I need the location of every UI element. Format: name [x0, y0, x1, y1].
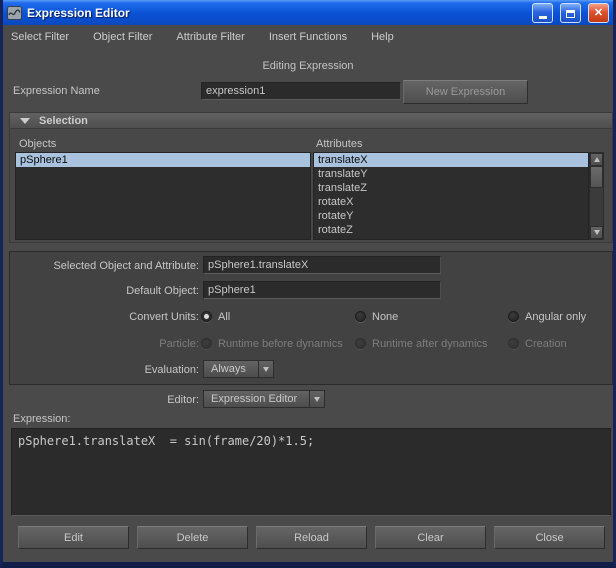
- convert-units-angular-only-radio[interactable]: Angular only: [508, 310, 586, 323]
- evaluation-dropdown-value: Always: [203, 360, 258, 378]
- radio-icon: [355, 311, 366, 322]
- dropdown-arrow-button[interactable]: [257, 360, 274, 378]
- radio-label: Angular only: [525, 310, 587, 323]
- attributes-list-item[interactable]: translateY: [314, 167, 588, 181]
- radio-icon: [201, 338, 212, 349]
- radio-label: All: [218, 310, 231, 323]
- menu-select-filter[interactable]: Select Filter: [11, 31, 69, 43]
- scroll-up-button[interactable]: [590, 153, 603, 166]
- expression-name-input[interactable]: [201, 82, 401, 100]
- particle-label: Particle:: [159, 338, 199, 350]
- attributes-list-item[interactable]: rotateX: [314, 195, 588, 209]
- minimize-icon: [538, 15, 547, 19]
- objects-list[interactable]: pSphere1: [15, 152, 311, 240]
- editing-expression-heading: Editing Expression: [262, 60, 354, 72]
- menu-insert-functions[interactable]: Insert Functions: [269, 31, 347, 43]
- editor-dropdown[interactable]: Expression Editor: [203, 390, 326, 408]
- expression-code: pSphere1.translateX = sin(frame/20)*1.5;: [18, 434, 315, 448]
- radio-icon: [355, 338, 366, 349]
- close-button[interactable]: Close: [494, 526, 605, 549]
- scroll-down-button[interactable]: [590, 226, 603, 239]
- objects-list-item[interactable]: pSphere1: [16, 153, 310, 167]
- attributes-list-item[interactable]: translateX: [314, 153, 588, 167]
- editor-label: Editor:: [167, 394, 199, 406]
- attributes-list-item[interactable]: rotateY: [314, 209, 588, 223]
- selected-object-attribute-label: Selected Object and Attribute:: [53, 260, 199, 272]
- attributes-scrollbar[interactable]: [589, 152, 604, 240]
- clear-button[interactable]: Clear: [375, 526, 486, 549]
- titlebar[interactable]: Expression Editor ✕: [3, 0, 613, 25]
- maximize-icon: [566, 9, 575, 18]
- maximize-button[interactable]: [560, 2, 581, 23]
- menu-attribute-filter[interactable]: Attribute Filter: [176, 31, 244, 43]
- evaluation-label: Evaluation:: [144, 364, 199, 376]
- minimize-button[interactable]: [532, 2, 553, 23]
- scroll-down-icon: [593, 230, 600, 235]
- collapse-triangle-icon: [20, 117, 30, 124]
- convert-units-all-radio[interactable]: All: [201, 310, 230, 323]
- delete-button[interactable]: Delete: [137, 526, 248, 549]
- radio-selected-icon: [201, 311, 212, 322]
- edit-button[interactable]: Edit: [18, 526, 129, 549]
- scrollbar-thumb[interactable]: [590, 166, 603, 188]
- particle-runtime-after-dynamics-radio: Runtime after dynamics: [355, 337, 488, 350]
- objects-label: Objects: [19, 138, 57, 150]
- dropdown-arrow-button[interactable]: [309, 390, 326, 408]
- menubar: Select Filter Object Filter Attribute Fi…: [3, 25, 613, 48]
- expression-textarea[interactable]: pSphere1.translateX = sin(frame/20)*1.5;: [11, 428, 611, 516]
- default-object-label: Default Object:: [126, 285, 199, 297]
- menu-object-filter[interactable]: Object Filter: [93, 31, 152, 43]
- default-object-input[interactable]: [203, 281, 441, 299]
- attributes-list-item[interactable]: translateZ: [314, 181, 588, 195]
- attributes-list[interactable]: translateX translateY translateZ rotateX…: [313, 152, 589, 240]
- attributes-list-item[interactable]: rotateZ: [314, 223, 588, 237]
- radio-label: Runtime before dynamics: [218, 337, 343, 350]
- selected-object-attribute-input[interactable]: [203, 256, 441, 274]
- convert-units-none-radio[interactable]: None: [355, 310, 398, 323]
- attributes-label: Attributes: [316, 138, 363, 150]
- editor-dropdown-value: Expression Editor: [203, 390, 310, 408]
- selection-frame-title: Selection: [39, 114, 88, 127]
- radio-label: Creation: [525, 337, 567, 350]
- chevron-down-icon: [314, 396, 321, 402]
- scroll-up-icon: [593, 157, 600, 162]
- radio-icon: [508, 338, 519, 349]
- radio-icon: [508, 311, 519, 322]
- convert-units-label: Convert Units:: [129, 311, 199, 323]
- radio-label: Runtime after dynamics: [372, 337, 488, 350]
- evaluation-dropdown[interactable]: Always: [203, 360, 274, 378]
- close-icon: ✕: [593, 6, 604, 19]
- reload-button[interactable]: Reload: [256, 526, 367, 549]
- particle-runtime-before-dynamics-radio: Runtime before dynamics: [201, 337, 343, 350]
- radio-label: None: [372, 310, 399, 323]
- expression-label: Expression:: [13, 413, 71, 425]
- chevron-down-icon: [262, 366, 269, 372]
- expression-name-label: Expression Name: [13, 85, 100, 97]
- close-window-button[interactable]: ✕: [588, 2, 609, 23]
- expression-editor-window: Expression Editor ✕ Select Filter Object…: [0, 0, 616, 568]
- new-expression-button[interactable]: New Expression: [403, 80, 528, 104]
- window-title: Expression Editor: [27, 5, 130, 20]
- menu-help[interactable]: Help: [371, 31, 394, 43]
- expression-editor-app-icon: [7, 5, 22, 20]
- selection-frame-header[interactable]: Selection: [9, 112, 613, 129]
- particle-creation-radio: Creation: [508, 337, 567, 350]
